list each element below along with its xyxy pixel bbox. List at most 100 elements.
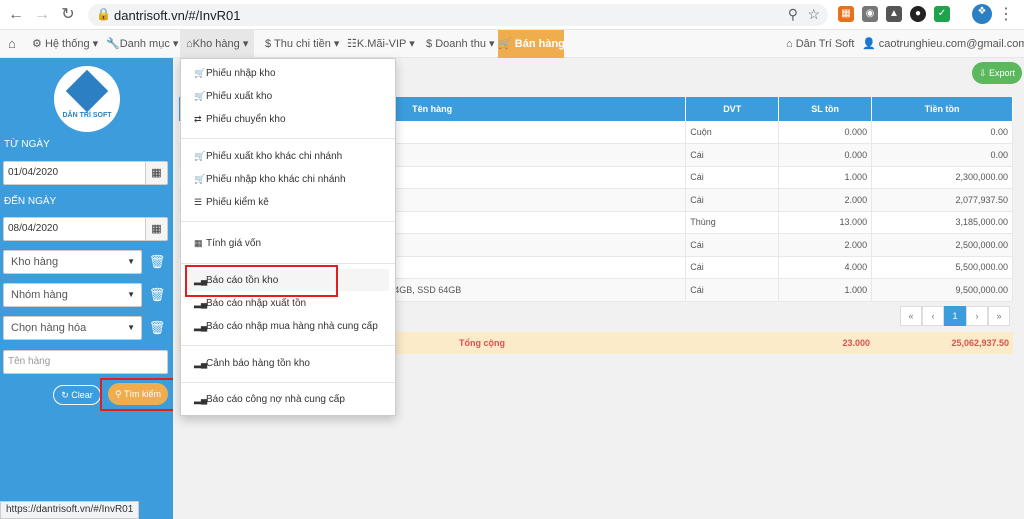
product-name-input[interactable]: Tên hàng	[3, 350, 168, 374]
user-email: caotrunghieu.com@gmail.com	[878, 38, 1024, 50]
cell-unit: Cái	[685, 166, 780, 189]
menu-item-canh-bao-ton-kho[interactable]: ▂▄Cảnh báo hàng tồn kho	[194, 358, 310, 369]
bar-chart-icon: ▂▄	[194, 298, 208, 308]
camera-extension-icon[interactable]: ◉	[862, 6, 878, 22]
status-bar: https://dantrisoft.vn/#/InvR01	[0, 501, 140, 519]
user-menu[interactable]: 👤 caotrunghieu.com@gmail.com ▾	[862, 30, 1024, 58]
product-select[interactable]: Chọn hàng hóa ▼	[3, 316, 142, 340]
total-label: Tổng cộng	[459, 338, 505, 348]
from-date-field[interactable]: 01/04/2020 ▦	[3, 161, 168, 185]
cell-amount: 3,185,000.00	[871, 211, 1013, 234]
logo-mark-icon	[65, 69, 109, 113]
col-unit[interactable]: DVT	[685, 97, 780, 121]
nav-label: Thu chi tiền	[273, 38, 331, 50]
caret-down-icon: ▼	[127, 323, 135, 332]
caret-down-icon: ▼	[127, 257, 135, 266]
pager-page-1[interactable]: 1	[944, 306, 966, 326]
list-icon: ☰	[194, 197, 203, 207]
pager-prev[interactable]: ‹	[922, 306, 944, 326]
pager-first[interactable]: «	[900, 306, 922, 326]
menu-item-phieu-nhap-kho[interactable]: 🛒Phiếu nhập kho	[194, 68, 276, 79]
nav-thu-chi-tien[interactable]: $ Thu chi tiền ▾	[265, 30, 339, 58]
menu-item-nhap-xuat-ton[interactable]: ▂▄Báo cáo nhập xuất tồn	[194, 298, 306, 309]
menu-item-nhap-kho-khac-chi-nhanh[interactable]: 🛒Phiếu nhập kho khác chi nhánh	[194, 174, 346, 185]
cell-qty: 2.000	[778, 188, 873, 212]
bookmark-star-icon[interactable]: ☆	[807, 6, 820, 23]
nav-danh-muc[interactable]: 🔧Danh mục ▾	[106, 30, 178, 58]
lock-icon: 🔒	[96, 7, 111, 21]
shield-extension-icon[interactable]: ✓	[934, 6, 950, 22]
company-link[interactable]: ⌂ Dân Trí Soft	[786, 30, 854, 58]
network-icon: ☷	[347, 38, 357, 50]
export-button[interactable]: ⇩ Export	[972, 62, 1022, 84]
menu-item-tinh-gia-von[interactable]: ▦ Tính giá vốn	[194, 238, 261, 249]
cart-icon: 🛒	[194, 68, 206, 78]
menu-label: Phiếu nhập kho khác chi nhánh	[206, 174, 346, 185]
extension-icon-1[interactable]: ▦	[838, 6, 854, 22]
cart-icon: 🛒	[194, 91, 206, 101]
wrench-icon: 🔧	[106, 38, 120, 50]
col-qty[interactable]: SL tồn	[778, 97, 873, 121]
menu-label: Cảnh báo hàng tồn kho	[206, 358, 310, 369]
cell-amount: 0.00	[871, 121, 1013, 144]
profile-extension-icon[interactable]: ●	[910, 6, 926, 22]
calendar-icon[interactable]: ▦	[145, 218, 167, 240]
nav-he-thong[interactable]: ⚙ Hệ thống ▾	[32, 30, 98, 58]
reload-icon[interactable]: ↻	[58, 5, 78, 25]
nav-label: Kho hàng	[192, 38, 240, 50]
menu-item-cong-no-ncc[interactable]: ▂▄Báo cáo công nợ nhà cung cấp	[194, 394, 345, 405]
browser-menu-icon[interactable]: ⋮	[996, 5, 1016, 25]
home-icon[interactable]: ⌂	[8, 30, 16, 58]
trash-icon[interactable]: 🗑	[146, 316, 168, 340]
cart-icon: 🛒	[194, 174, 206, 184]
logo-text: DÂN TRÍ SOFT	[62, 112, 112, 119]
from-date-label: TỪ NGÀY	[4, 139, 50, 150]
home-icon: ⌂	[186, 38, 193, 50]
browser-toolbar: ← → ↻ 🔒 dantrisoft.vn/#/InvR01 ⚲ ☆ ▦ ◉ ▲…	[0, 0, 1024, 30]
dantri-extension-icon[interactable]: ❖	[972, 4, 992, 24]
calendar-icon[interactable]: ▦	[145, 162, 167, 184]
pager-last[interactable]: »	[988, 306, 1010, 326]
nav-khuyen-mai-vip[interactable]: ☷K.Mãi-VIP ▾	[347, 30, 415, 58]
drive-extension-icon[interactable]: ▲	[886, 6, 902, 22]
menu-item-phieu-chuyen-kho[interactable]: ⇄ Phiếu chuyển kho	[194, 114, 286, 125]
menu-divider	[181, 345, 395, 346]
col-amount[interactable]: Tiền tồn	[871, 97, 1013, 121]
clear-label: Clear	[71, 390, 93, 400]
menu-item-nhap-mua-hang-ncc[interactable]: ▂▄Báo cáo nhập mua hàng nhà cung cấp	[194, 321, 378, 332]
cell-unit: Cái	[685, 233, 780, 257]
calculator-icon: ▦	[194, 238, 203, 248]
to-date-field[interactable]: 08/04/2020 ▦	[3, 217, 168, 241]
export-label: Export	[989, 68, 1016, 78]
address-bar[interactable]: 🔒 dantrisoft.vn/#/InvR01 ⚲ ☆	[88, 4, 828, 26]
clear-button[interactable]: ↻ Clear	[53, 385, 101, 405]
trash-icon[interactable]: 🗑	[146, 250, 168, 274]
product-group-select[interactable]: Nhóm hàng ▼	[3, 283, 142, 307]
pager-next[interactable]: ›	[966, 306, 988, 326]
forward-icon[interactable]: →	[32, 5, 52, 25]
back-icon[interactable]: ←	[6, 5, 26, 25]
menu-divider	[181, 221, 395, 222]
export-icon: ⇩	[978, 68, 987, 78]
menu-label: Báo cáo nhập xuất tồn	[206, 298, 307, 309]
nav-label: Bán hàng	[514, 38, 565, 50]
nav-kho-hang[interactable]: ⌂Kho hàng ▾	[180, 30, 255, 58]
nav-ban-hang[interactable]: 🛒 Bán hàng	[498, 30, 565, 58]
menu-item-xuat-kho-khac-chi-nhanh[interactable]: 🛒Phiếu xuất kho khác chi nhánh	[194, 151, 342, 162]
cell-qty: 0.000	[778, 143, 873, 167]
to-date-label: ĐẾN NGÀY	[4, 196, 57, 207]
zoom-icon[interactable]: ⚲	[788, 6, 798, 23]
warehouse-select[interactable]: Kho hàng ▼	[3, 250, 142, 274]
bar-chart-icon: ▂▄	[194, 321, 208, 331]
menu-label: Báo cáo nhập mua hàng nhà cung cấp	[206, 321, 378, 332]
trash-icon[interactable]: 🗑	[146, 283, 168, 307]
menu-divider	[181, 138, 395, 139]
cell-unit: Cái	[685, 143, 780, 167]
nav-doanh-thu[interactable]: $ Doanh thu ▾	[426, 30, 495, 58]
home-icon: ⌂	[786, 38, 793, 50]
select-value: Kho hàng	[11, 256, 59, 268]
cart-icon: 🛒	[194, 151, 206, 161]
menu-item-phieu-xuat-kho[interactable]: 🛒Phiếu xuất kho	[194, 91, 272, 102]
menu-item-phieu-kiem-ke[interactable]: ☰ Phiếu kiểm kê	[194, 197, 269, 208]
cell-amount: 2,300,000.00	[871, 166, 1013, 189]
